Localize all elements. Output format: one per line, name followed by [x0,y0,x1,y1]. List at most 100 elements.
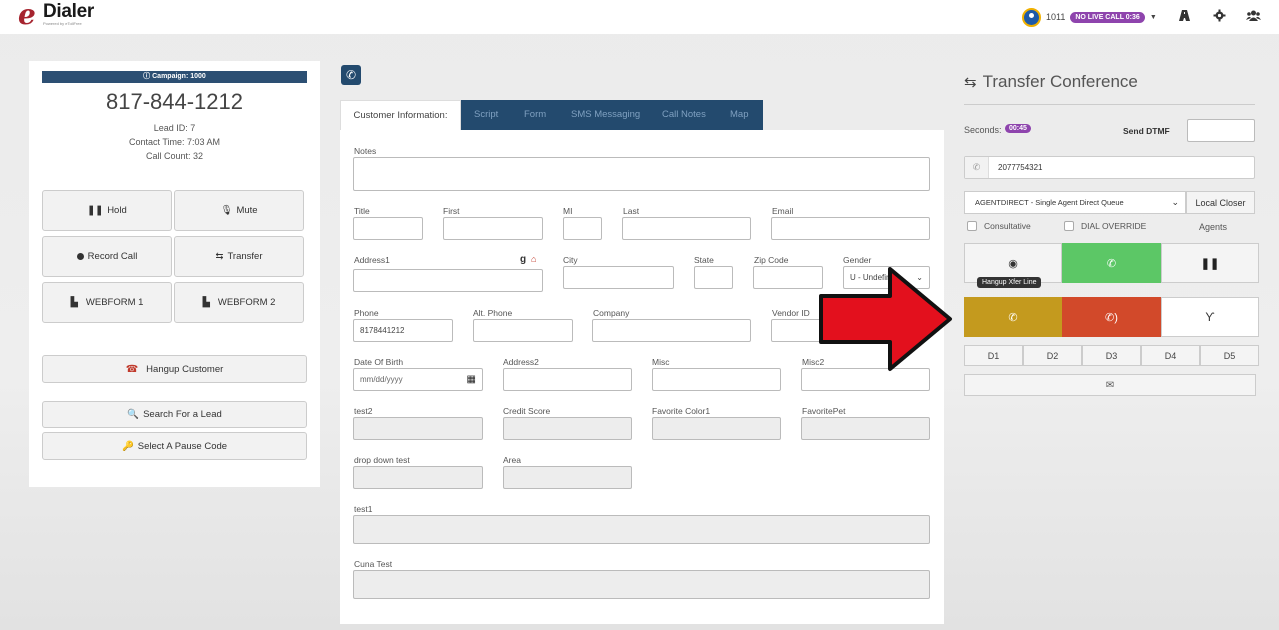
pause-icon: ❚❚ [87,205,104,216]
zip-label: Zip Code [754,255,789,265]
email-button[interactable]: ✉ [964,374,1256,396]
phone-field[interactable]: 8178441212 [353,319,453,342]
tab-call-notes[interactable]: Call Notes [662,100,706,130]
xfer-number-input[interactable]: ✆ 2077754321 [964,156,1255,179]
hold-button[interactable]: ❚❚ Hold [42,190,172,231]
consultative-checkbox[interactable]: Consultative [967,221,1031,231]
search-lead-label: Search For a Lead [143,409,222,420]
last-field[interactable] [622,217,751,240]
pause-code-button[interactable]: 🔑 Select A Pause Code [42,432,307,460]
exchange-icon: ⇆ [215,251,224,262]
tab-map[interactable]: Map [730,100,748,130]
dropdown-test-field[interactable] [353,466,483,489]
phone-icon: ✆ [1106,257,1117,270]
alt-phone-field[interactable] [473,319,573,342]
company-field[interactable] [592,319,751,342]
fav-pet-label: FavoritePet [802,406,846,416]
record-icon [76,253,84,260]
gear-icon[interactable] [1213,9,1226,25]
top-bar: e Dialer Powered by eTollFree 1011 NO LI… [0,0,1279,34]
phone-icon: ✆ [1008,311,1018,324]
cuna-test-label: Cuna Test [354,559,393,569]
title-label: Title [354,206,370,216]
tab-customer-information[interactable]: Customer Information: [340,100,461,130]
dob-field[interactable]: mm/dd/yyyy ▦ [353,368,483,391]
record-call-label: Record Call [87,251,138,262]
test2-field[interactable] [353,417,483,440]
road-icon[interactable] [1178,9,1191,25]
fav-pet-field[interactable] [801,417,930,440]
credit-score-field[interactable] [503,417,632,440]
tab-sms-messaging[interactable]: SMS Messaging [571,100,640,130]
webform1-button[interactable]: ▙ WEBFORM 1 [42,282,172,323]
dtmf-field[interactable] [1187,119,1255,142]
misc-field[interactable] [652,368,781,391]
agents-link[interactable]: Agents [1199,222,1227,232]
call-count: Call Count: 32 [145,151,204,161]
webform2-button[interactable]: ▙ WEBFORM 2 [174,282,304,323]
title-field[interactable] [353,217,423,240]
hangup-xfer-line-button[interactable]: ✆ [964,297,1062,337]
send-dtmf-label: Send DTMF [1123,126,1170,136]
mute-button[interactable]: 🎙 Mute [174,190,304,231]
email-field[interactable] [771,217,930,240]
phone-hangup-icon: ☎ [125,363,139,375]
transfer-button[interactable]: ⇆ Transfer [174,236,304,277]
last-label: Last [623,206,640,216]
contact-time: Contact Time: 7:03 AM [128,137,221,147]
zip-field[interactable] [753,266,823,289]
tab-form[interactable]: Form [524,100,546,130]
d3-button[interactable]: D3 [1082,345,1141,366]
cuna-test-field[interactable] [353,570,930,599]
address2-field[interactable] [503,368,632,391]
agent-status[interactable]: 1011 NO LIVE CALL 0:36 ▼ [1022,7,1157,27]
first-field[interactable] [443,217,543,240]
leave-3way-button[interactable]: Ƴ [1161,297,1259,337]
pause-icon: ❚❚ [1200,257,1220,270]
dial-override-checkbox[interactable]: DIAL OVERRIDE [1064,221,1146,231]
logo-e: e [18,0,36,31]
calendar-icon[interactable]: ▦ [467,374,476,385]
mi-label: MI [563,206,573,216]
search-lead-button[interactable]: 🔍 Search For a Lead [42,401,307,428]
city-field[interactable] [563,266,674,289]
checkbox[interactable] [1064,221,1074,231]
park-xfer-button[interactable]: ❚❚ [1161,243,1259,283]
local-closer-button[interactable]: Local Closer [1186,191,1255,214]
microphone-slash-icon: 🎙 [220,205,233,216]
state-field[interactable] [694,266,733,289]
address1-field[interactable] [353,269,543,292]
first-label: First [443,206,460,216]
d2-button[interactable]: D2 [1023,345,1082,366]
hangup-customer-button[interactable]: ☎ Hangup Customer [42,355,307,383]
notes-label: Notes [354,146,377,156]
notes-field[interactable] [353,157,930,191]
area-field[interactable] [503,466,632,489]
fav-color-field[interactable] [652,417,781,440]
record-call-button[interactable]: Record Call [42,236,172,277]
test1-field[interactable] [353,515,930,544]
lead-id: Lead ID: 7 [153,123,196,133]
users-icon[interactable] [1246,9,1261,25]
test2-label: test2 [354,406,373,416]
home-icon[interactable]: ⌂ [531,254,536,264]
checkbox[interactable] [967,221,977,231]
dob-placeholder: mm/dd/yyyy [360,375,403,384]
d4-button[interactable]: D4 [1141,345,1200,366]
hangup-both-lines-button[interactable]: ✆) [1062,297,1161,337]
phone-icon: ✆ [341,65,361,85]
d5-button[interactable]: D5 [1200,345,1259,366]
google-icon[interactable]: g [520,254,526,265]
file-icon: ▙ [70,297,78,308]
email-label: Email [772,206,794,216]
queue-select[interactable]: AGENTDIRECT - Single Agent Direct Queue ⌄ [964,191,1186,214]
webform2-label: WEBFORM 2 [217,297,276,308]
dial-xfer-button[interactable]: ✆ [1062,243,1161,283]
tab-script[interactable]: Script [474,100,498,130]
d1-button[interactable]: D1 [964,345,1023,366]
test1-label: test1 [354,504,373,514]
mi-field[interactable] [563,217,602,240]
phone-icon: ✆ [965,157,989,178]
campaign-bar: ⓘ Campaign: 1000 [42,71,307,83]
seconds-badge: 00:45 [1005,124,1031,133]
